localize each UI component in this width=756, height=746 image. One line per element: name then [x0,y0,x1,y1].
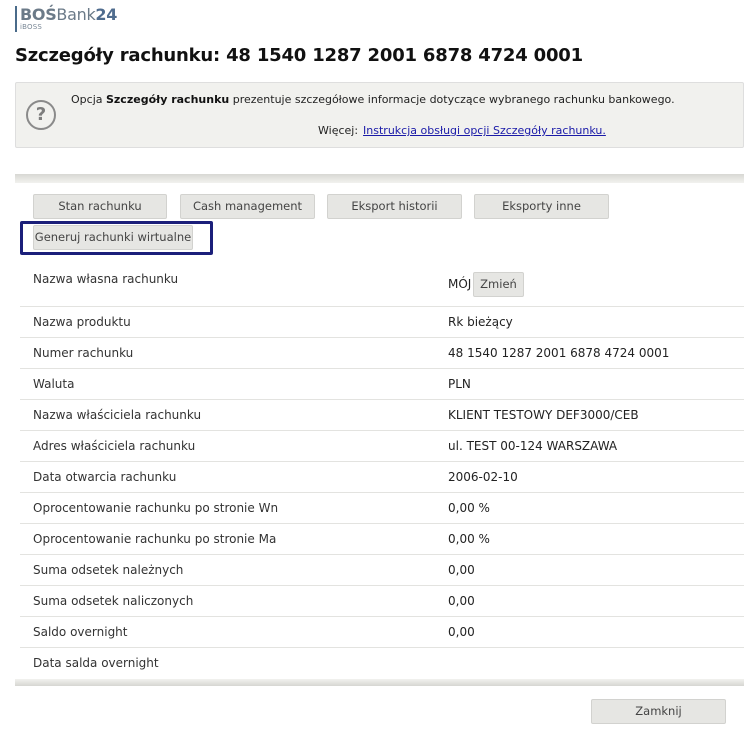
row-label: Oprocentowanie rachunku po stronie Ma [33,532,277,546]
table-row: Numer rachunku 48 1540 1287 2001 6878 47… [20,338,744,369]
row-value: 0,00 % [448,501,490,515]
panel-bottom-border [15,679,744,686]
row-value: 2006-02-10 [448,470,518,484]
row-label: Nazwa produktu [33,315,131,329]
tab-stan-rachunku[interactable]: Stan rachunku [33,194,167,219]
page-title: Szczegóły rachunku: 48 1540 1287 2001 68… [15,45,583,66]
row-label: Oprocentowanie rachunku po stronie Wn [33,501,279,515]
tab-cash-management[interactable]: Cash management [180,194,315,219]
row-value: 0,00 [448,594,475,608]
table-row: Oprocentowanie rachunku po stronie Ma 0,… [20,524,744,555]
table-row: Saldo overnight 0,00 [20,617,744,648]
row-label: Suma odsetek naliczonych [33,594,194,608]
logo-bank: Bank [56,5,96,24]
info-more: Więcej: Instrukcja obsługi opcji Szczegół… [318,124,606,137]
row-value: 0,00 % [448,532,490,546]
logo-text: BOŚBank24 [20,6,117,24]
row-label: Data salda overnight [33,656,159,670]
table-row: Oprocentowanie rachunku po stronie Wn 0,… [20,493,744,524]
table-row: Suma odsetek należnych 0,00 [20,555,744,586]
row-value: MÓJ [448,277,472,291]
logo-subtitle: iBOSS [20,23,43,31]
info-description: Opcja Szczegóły rachunku prezentuje szcz… [71,93,675,106]
details-table: Nazwa własna rachunku MÓJ Zmień Nazwa pr… [20,262,744,679]
instruction-link[interactable]: Instrukcja obsługi opcji Szczegóły rachu… [363,124,606,137]
table-row: Nazwa właściciela rachunku KLIENT TESTOW… [20,400,744,431]
logo-bos: BOŚ [20,5,57,24]
row-label: Saldo overnight [33,625,128,639]
row-value: PLN [448,377,471,391]
info-more-label: Więcej: [318,124,359,137]
row-value: 0,00 [448,625,475,639]
info-suffix: prezentuje szczegółowe informacje dotycz… [229,93,675,106]
info-option-name: Szczegóły rachunku [105,93,230,106]
close-button[interactable]: Zamknij [591,699,726,724]
generate-virtual-accounts-button[interactable]: Generuj rachunki wirtualne [33,225,193,250]
row-label: Nazwa własna rachunku [33,272,179,286]
logo-bar [15,6,17,32]
row-label: Nazwa właściciela rachunku [33,408,202,422]
logo-24: 24 [95,5,118,24]
bank-logo: BOŚBank24 iBOSS [15,6,117,32]
table-row: Data salda overnight [20,648,744,679]
row-value: ul. TEST 00-124 WARSZAWA [448,439,618,453]
table-row: Adres właściciela rachunku ul. TEST 00-1… [20,431,744,462]
table-row: Nazwa własna rachunku MÓJ Zmień [20,262,744,307]
table-row: Suma odsetek naliczonych 0,00 [20,586,744,617]
table-row: Nazwa produktu Rk bieżący [20,307,744,338]
row-value: 48 1540 1287 2001 6878 4724 0001 [448,346,670,360]
panel-top-border [15,174,744,183]
info-box: ? Opcja Szczegóły rachunku prezentuje sz… [15,82,744,148]
table-row: Waluta PLN [20,369,744,400]
change-name-button[interactable]: Zmień [473,272,524,297]
row-value: KLIENT TESTOWY DEF3000/CEB [448,408,639,422]
row-label: Adres właściciela rachunku [33,439,196,453]
row-label: Numer rachunku [33,346,134,360]
tab-eksporty-inne[interactable]: Eksporty inne [474,194,609,219]
row-label: Waluta [33,377,75,391]
help-icon: ? [26,100,56,130]
table-row: Data otwarcia rachunku 2006-02-10 [20,462,744,493]
info-prefix: Opcja [71,93,106,106]
account-details-panel: Stan rachunku Cash management Eksport hi… [15,174,744,686]
tab-eksport-historii[interactable]: Eksport historii [327,194,462,219]
row-value: 0,00 [448,563,475,577]
row-label: Data otwarcia rachunku [33,470,177,484]
row-value: Rk bieżący [448,315,513,329]
row-label: Suma odsetek należnych [33,563,184,577]
